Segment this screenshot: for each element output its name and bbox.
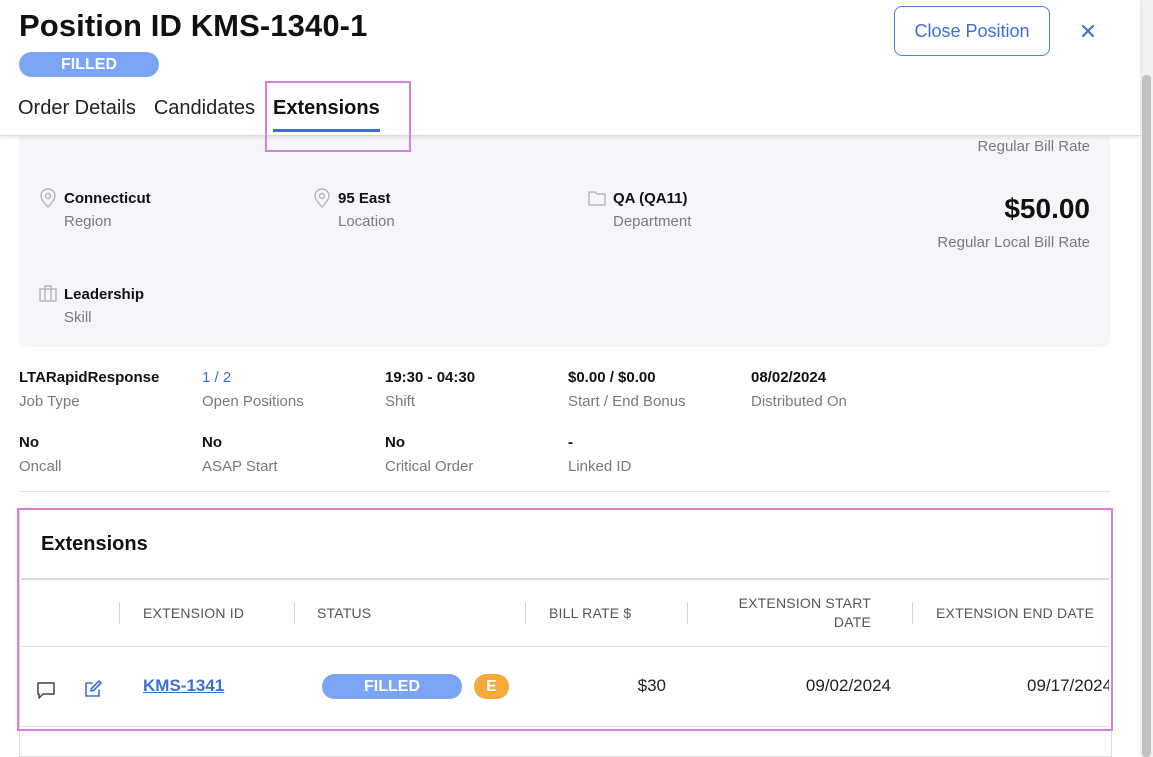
oncall-label: Oncall	[19, 458, 62, 475]
open-positions-link[interactable]: 1 / 2	[202, 369, 304, 386]
section-divider	[19, 491, 1110, 492]
region-field: Connecticut Region	[40, 188, 151, 230]
regular-local-bill-rate-value: $50.00	[1004, 193, 1090, 224]
open-positions-label: Open Positions	[202, 393, 304, 410]
oncall-value: No	[19, 434, 39, 451]
bonus-field: $0.00 / $0.00 Start / End Bonus	[568, 369, 686, 410]
position-header: Position ID KMS-1340-1 FILLED Close Posi…	[0, 0, 1140, 136]
shift-label: Shift	[385, 393, 416, 410]
region-value: Connecticut	[64, 190, 151, 207]
skill-label: Skill	[64, 309, 92, 326]
critical-order-label: Critical Order	[385, 458, 474, 475]
bonus-label: Start / End Bonus	[568, 393, 686, 410]
oncall-field: No Oncall	[19, 434, 62, 475]
department-value: QA (QA11)	[613, 190, 688, 207]
department-field: QA (QA11) Department	[588, 190, 692, 230]
close-position-button[interactable]: Close Position	[894, 6, 1050, 56]
critical-order-value: No	[385, 434, 405, 451]
shift-field: 19:30 - 04:30 Shift	[385, 369, 475, 410]
linked-id-value: -	[568, 434, 573, 451]
distributed-on-value: 08/02/2024	[751, 369, 827, 386]
asap-start-value: No	[202, 434, 222, 451]
critical-order-field: No Critical Order	[385, 434, 473, 475]
page-title: Position ID KMS-1340-1	[19, 8, 368, 43]
department-label: Department	[613, 213, 692, 230]
location-value: 95 East	[338, 190, 391, 207]
shift-value: 19:30 - 04:30	[385, 369, 476, 386]
linked-id-label: Linked ID	[568, 458, 632, 475]
asap-start-label: ASAP Start	[202, 458, 278, 475]
job-type-value: LTARapidResponse	[19, 369, 160, 386]
asap-start-field: No ASAP Start	[202, 434, 278, 475]
location-label: Location	[338, 213, 395, 230]
distributed-on-label: Distributed On	[751, 393, 847, 410]
bonus-value: $0.00 / $0.00	[568, 369, 656, 386]
close-icon[interactable]	[1075, 18, 1101, 44]
map-pin-icon	[313, 188, 331, 208]
open-positions-field: 1 / 2 Open Positions	[202, 369, 304, 410]
status-badge: FILLED	[19, 52, 159, 77]
regular-bill-rate-label: Regular Bill Rate	[977, 138, 1090, 155]
distributed-on-field: 08/02/2024 Distributed On	[751, 369, 847, 410]
job-type-field: LTARapidResponse Job Type	[19, 369, 159, 410]
map-pin-icon	[39, 188, 57, 208]
skill-value: Leadership	[64, 286, 145, 303]
folder-icon	[588, 188, 606, 208]
highlight-box-extensions	[17, 508, 1113, 731]
job-type-label: Job Type	[19, 393, 80, 410]
skill-field: Leadership Skill	[39, 285, 145, 326]
tab-order-details[interactable]: Order Details	[18, 97, 136, 132]
scrollbar-thumb[interactable]	[1142, 75, 1151, 757]
tab-candidates[interactable]: Candidates	[154, 97, 255, 132]
region-label: Region	[64, 213, 112, 230]
location-field: 95 East Location	[314, 188, 395, 230]
highlight-box-tab	[265, 81, 411, 152]
regular-local-bill-rate-label: Regular Local Bill Rate	[937, 234, 1090, 251]
briefcase-icon	[39, 284, 57, 304]
linked-id-field: - Linked ID	[568, 434, 631, 475]
